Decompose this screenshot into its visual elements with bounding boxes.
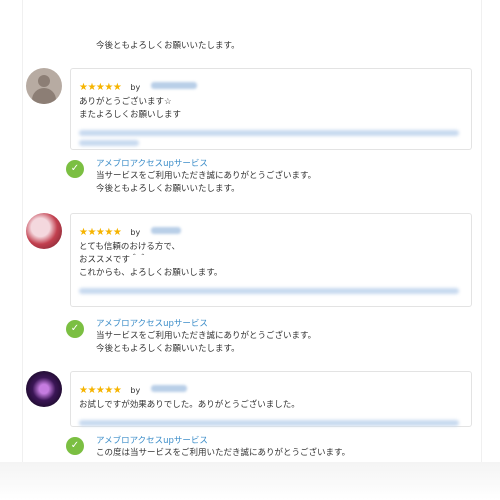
review-text: ありがとうございます☆ またよろしくお願いします [79,97,182,120]
by-label: by [130,228,141,237]
service-link-blurred[interactable] [79,288,459,294]
leaf-icon: ✓ [66,320,84,338]
reviewer-name-blurred[interactable] [151,227,182,234]
reviewer-name-blurred[interactable] [151,82,198,89]
by-label: by [130,83,141,92]
leaf-icon: ✓ [66,437,84,455]
default-avatar[interactable] [26,68,62,104]
previous-reply-text: 今後ともよろしくお願いいたします。 [96,41,240,51]
service-link-blurred[interactable] [79,420,459,426]
review-card: ★★★★★ by とても信頼のおける方で、 おススメです＾＾ これからも、よろし… [70,213,472,307]
reply-text: 当サービスをご利用いただき誠にありがとうございます。 今後ともよろしくお願いいた… [96,171,317,194]
reply-text: 当サービスをご利用いただき誠にありがとうございます。 今後ともよろしくお願いいた… [96,331,317,354]
service-link-blurred[interactable] [79,130,459,136]
review-card: ★★★★★ by ありがとうございます☆ またよろしくお願いします [70,68,472,150]
rating-stars: ★★★★★ [79,227,122,238]
rating-stars: ★★★★★ [79,82,122,93]
review-card: ★★★★★ by お試しですが効果ありでした。ありがとうございました。 [70,371,472,427]
reply-author[interactable]: アメブロアクセスupサービス [96,157,208,169]
reply-author[interactable]: アメブロアクセスupサービス [96,317,208,329]
service-link-blurred[interactable] [79,140,139,146]
reviewer-name-blurred[interactable] [151,385,188,392]
by-label: by [130,386,141,395]
rating-stars: ★★★★★ [79,385,122,396]
night-avatar[interactable] [26,371,62,407]
reply-author[interactable]: アメブロアクセスupサービス [96,434,208,446]
reply-text: この度は当サービスをご利用いただき誠にありがとうございます。 [96,448,351,458]
flower-avatar[interactable] [26,213,62,249]
review-text: お試しですが効果ありでした。ありがとうございました。 [79,400,300,410]
review-text: とても信頼のおける方で、 おススメです＾＾ これからも、よろしくお願いします。 [79,242,223,278]
leaf-icon: ✓ [66,160,84,178]
page-fade [0,462,500,500]
